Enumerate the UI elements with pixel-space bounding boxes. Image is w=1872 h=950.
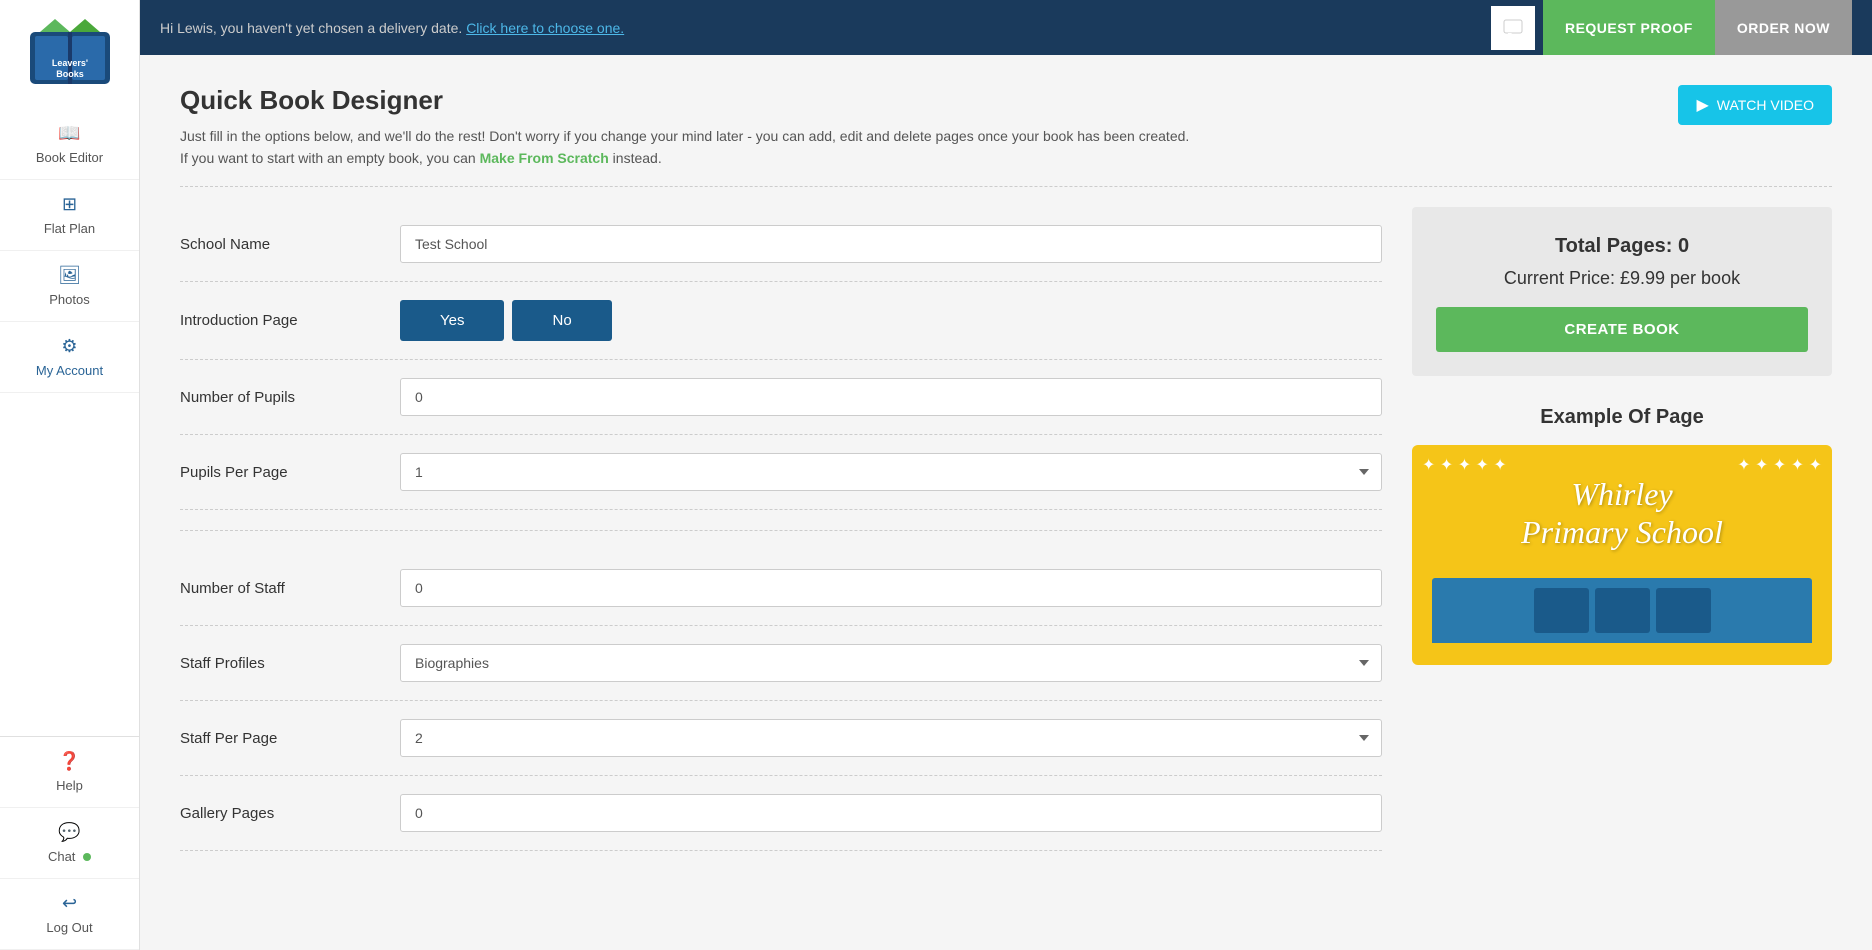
my-account-icon: ⚙	[61, 336, 77, 357]
create-book-button[interactable]: CREATE BOOK	[1436, 307, 1808, 352]
num-staff-control	[400, 569, 1382, 607]
intro-page-control: Yes No	[400, 300, 1382, 341]
staff-per-page-row: Staff Per Page 1 2 3 4	[180, 701, 1382, 776]
sidebar-item-label: My Account	[36, 363, 103, 378]
school-name-label: School Name	[180, 236, 380, 253]
example-section: Example Of Page ✦ ✦ ✦ ✦ ✦ ✦ ✦ ✦ ✦ ✦ Whir…	[1412, 406, 1832, 665]
photo-placeholder-3	[1656, 588, 1711, 633]
section-divider	[180, 186, 1832, 187]
staff-profiles-row: Staff Profiles Biographies Photos Only N…	[180, 626, 1382, 701]
intro-page-row: Introduction Page Yes No	[180, 282, 1382, 360]
staff-per-page-select[interactable]: 1 2 3 4	[400, 719, 1382, 757]
order-now-button[interactable]: ORDER NOW	[1715, 0, 1852, 55]
chat-online-dot	[83, 853, 91, 861]
summary-panel: Total Pages: 0 Current Price: £9.99 per …	[1412, 207, 1832, 376]
staff-per-page-control: 1 2 3 4	[400, 719, 1382, 757]
sidebar: Leavers' Books 📖 Book Editor ⊞ Flat Plan…	[0, 0, 140, 950]
staff-profiles-control: Biographies Photos Only None	[400, 644, 1382, 682]
page-header: Quick Book Designer Just fill in the opt…	[180, 85, 1832, 166]
two-col-layout: School Name Introduction Page Yes No	[180, 207, 1832, 851]
staff-profiles-select[interactable]: Biographies Photos Only None	[400, 644, 1382, 682]
sidebar-item-flat-plan[interactable]: ⊞ Flat Plan	[0, 180, 139, 251]
page-title: Quick Book Designer	[180, 85, 1189, 116]
total-pages: Total Pages: 0	[1436, 235, 1808, 258]
sidebar-item-label: Book Editor	[36, 150, 103, 165]
num-staff-label: Number of Staff	[180, 580, 380, 597]
num-pupils-input[interactable]	[400, 378, 1382, 416]
gallery-pages-row: Gallery Pages	[180, 776, 1382, 851]
num-pupils-row: Number of Pupils	[180, 360, 1382, 435]
gallery-pages-label: Gallery Pages	[180, 805, 380, 822]
message-icon	[1503, 19, 1523, 37]
sidebar-item-chat[interactable]: 💬 Chat	[0, 808, 139, 879]
gallery-pages-control	[400, 794, 1382, 832]
sidebar-item-label: Chat	[48, 849, 91, 864]
make-from-scratch-link[interactable]: Make From Scratch	[480, 150, 609, 166]
photos-icon: 🖼	[58, 265, 81, 286]
intro-page-label: Introduction Page	[180, 312, 380, 329]
example-school-name: Whirley Primary School	[1521, 475, 1723, 552]
current-price: Current Price: £9.99 per book	[1436, 268, 1808, 289]
example-title: Example Of Page	[1412, 406, 1832, 429]
yes-button[interactable]: Yes	[400, 300, 504, 341]
num-staff-input[interactable]	[400, 569, 1382, 607]
photo-placeholder-2	[1595, 588, 1650, 633]
example-photo-bar	[1432, 578, 1812, 643]
chat-icon: 💬	[58, 822, 80, 843]
sidebar-item-photos[interactable]: 🖼 Photos	[0, 251, 139, 322]
svg-text:Books: Books	[56, 69, 84, 79]
book-editor-icon: 📖	[58, 123, 80, 144]
gallery-pages-input[interactable]	[400, 794, 1382, 832]
sidebar-item-label: Help	[56, 778, 83, 793]
page-desc1: Just fill in the options below, and we'l…	[180, 128, 1189, 144]
log-out-icon: ↩	[62, 893, 77, 914]
request-proof-button[interactable]: REQUEST PROOF	[1543, 0, 1715, 55]
flat-plan-icon: ⊞	[62, 194, 77, 215]
banner-message: Hi Lewis, you haven't yet chosen a deliv…	[160, 20, 624, 36]
sidebar-item-label: Flat Plan	[44, 221, 95, 236]
pupils-per-page-select[interactable]: 1 2 3 4	[400, 453, 1382, 491]
num-pupils-control	[400, 378, 1382, 416]
sidebar-bottom: ❓ Help 💬 Chat ↩ Log Out	[0, 736, 139, 950]
no-button[interactable]: No	[512, 300, 611, 341]
top-banner: Hi Lewis, you haven't yet chosen a deliv…	[140, 0, 1872, 55]
sidebar-item-book-editor[interactable]: 📖 Book Editor	[0, 109, 139, 180]
photo-placeholder-1	[1534, 588, 1589, 633]
staff-per-page-label: Staff Per Page	[180, 730, 380, 747]
help-icon: ❓	[58, 751, 80, 772]
yes-no-group: Yes No	[400, 300, 1382, 341]
banner-right: REQUEST PROOF ORDER NOW	[1491, 0, 1852, 55]
pupils-per-page-label: Pupils Per Page	[180, 464, 380, 481]
choose-date-link[interactable]: Click here to choose one.	[466, 20, 624, 36]
page-desc2: If you want to start with an empty book,…	[180, 150, 1189, 166]
page-content: Quick Book Designer Just fill in the opt…	[140, 55, 1872, 950]
pupils-per-page-row: Pupils Per Page 1 2 3 4	[180, 435, 1382, 510]
num-pupils-label: Number of Pupils	[180, 389, 380, 406]
page-header-text: Quick Book Designer Just fill in the opt…	[180, 85, 1189, 166]
pupils-per-page-control: 1 2 3 4	[400, 453, 1382, 491]
staff-divider	[180, 530, 1382, 531]
school-name-input[interactable]	[400, 225, 1382, 263]
play-icon: ▶	[1696, 95, 1708, 115]
logo-svg: Leavers' Books	[25, 14, 115, 89]
sidebar-nav: 📖 Book Editor ⊞ Flat Plan 🖼 Photos ⚙ My …	[0, 99, 139, 736]
summary-column: Total Pages: 0 Current Price: £9.99 per …	[1412, 207, 1832, 665]
chat-message-button[interactable]	[1491, 6, 1535, 50]
school-name-control	[400, 225, 1382, 263]
form-column: School Name Introduction Page Yes No	[180, 207, 1382, 851]
sidebar-item-label: Photos	[49, 292, 89, 307]
sidebar-item-label: Log Out	[46, 920, 92, 935]
staff-profiles-label: Staff Profiles	[180, 655, 380, 672]
example-stars-decoration: ✦ ✦ ✦ ✦ ✦ ✦ ✦ ✦ ✦ ✦	[1422, 455, 1822, 475]
school-name-row: School Name	[180, 207, 1382, 282]
logo-area: Leavers' Books	[15, 0, 125, 99]
watch-video-button[interactable]: ▶ WATCH VIDEO	[1678, 85, 1832, 125]
sidebar-item-my-account[interactable]: ⚙ My Account	[0, 322, 139, 393]
main-area: Hi Lewis, you haven't yet chosen a deliv…	[140, 0, 1872, 950]
sidebar-item-help[interactable]: ❓ Help	[0, 737, 139, 808]
sidebar-item-log-out[interactable]: ↩ Log Out	[0, 879, 139, 950]
num-staff-row: Number of Staff	[180, 551, 1382, 626]
example-page-preview: ✦ ✦ ✦ ✦ ✦ ✦ ✦ ✦ ✦ ✦ Whirley Primary Scho…	[1412, 445, 1832, 665]
svg-text:Leavers': Leavers'	[51, 58, 87, 68]
